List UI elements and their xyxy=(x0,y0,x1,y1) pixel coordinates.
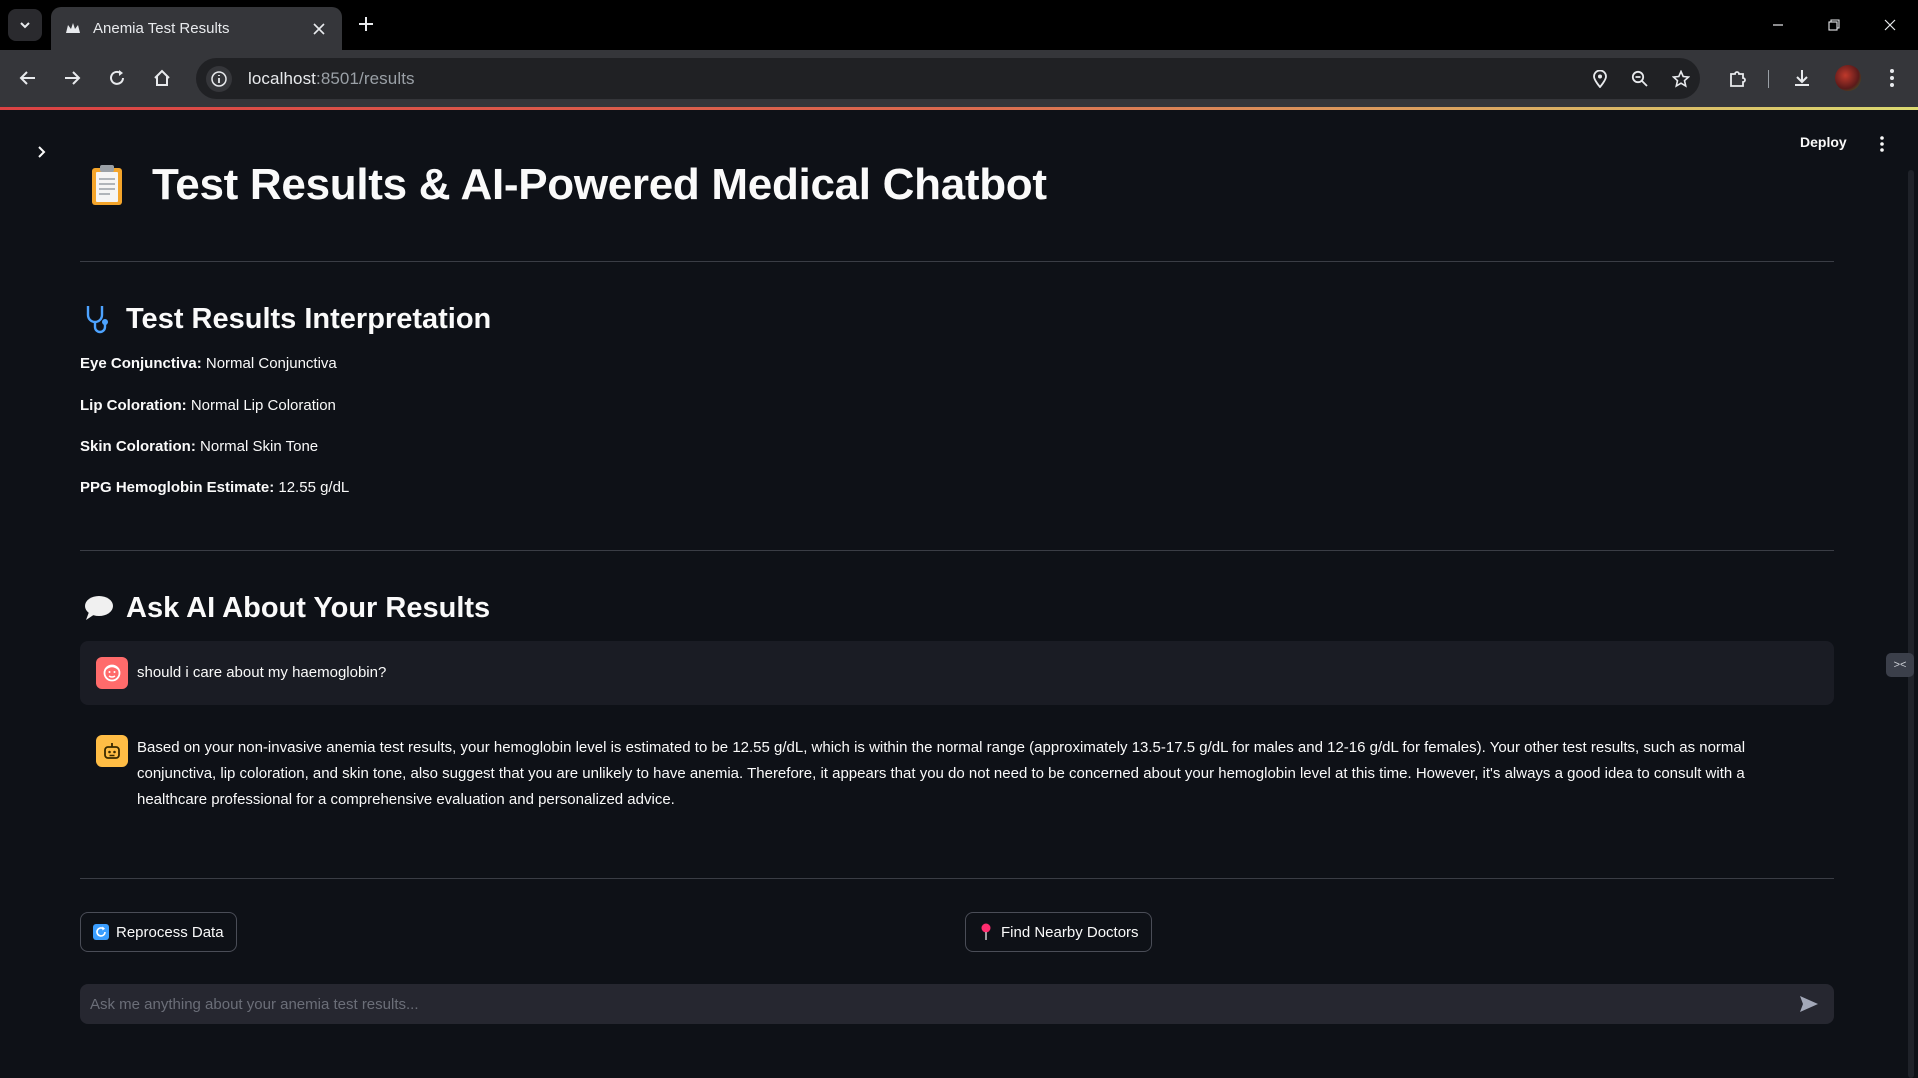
zoom-icon[interactable] xyxy=(1626,65,1654,93)
result-label: PPG Hemoglobin Estimate: xyxy=(80,479,275,496)
robot-avatar-icon xyxy=(96,735,128,767)
clipboard-icon xyxy=(92,165,122,205)
chat-message-user: should i care about my haemoglobin? xyxy=(80,641,1834,705)
close-icon xyxy=(1884,19,1896,31)
toolbar-separator xyxy=(1768,70,1769,88)
app-viewport: Deploy >< Test Results & AI-Powered Medi… xyxy=(0,110,1918,1078)
result-value: 12.55 g/dL xyxy=(278,479,350,496)
send-button[interactable] xyxy=(1794,989,1824,1019)
divider xyxy=(80,878,1834,879)
reprocess-data-button[interactable]: Reprocess Data xyxy=(80,912,237,952)
floating-widget-icon[interactable]: >< xyxy=(1886,653,1914,677)
extensions-button[interactable] xyxy=(1722,62,1754,94)
url-host: localhost xyxy=(248,68,316,88)
arrow-right-icon xyxy=(65,71,81,85)
restore-icon xyxy=(1828,19,1840,31)
divider xyxy=(80,550,1834,551)
result-label: Skin Coloration: xyxy=(80,438,196,455)
minimize-button[interactable] xyxy=(1750,0,1806,50)
chevron-right-icon xyxy=(38,146,46,158)
window-controls xyxy=(1750,0,1918,50)
kebab-menu-icon xyxy=(1890,69,1894,87)
home-button[interactable] xyxy=(146,62,178,94)
user-message-text: should i care about my haemoglobin? xyxy=(137,664,387,681)
speech-bubble-icon xyxy=(82,591,116,625)
result-label: Lip Coloration: xyxy=(80,397,187,414)
minimize-icon xyxy=(1773,24,1783,26)
result-label: Eye Conjunctiva: xyxy=(80,355,202,372)
home-icon xyxy=(154,69,170,86)
restore-button[interactable] xyxy=(1806,0,1862,50)
location-pin-icon[interactable] xyxy=(1586,65,1614,93)
browser-tab-strip: Anemia Test Results xyxy=(0,0,1918,50)
avatar-image xyxy=(1835,65,1861,91)
close-tab-icon[interactable] xyxy=(308,18,330,40)
tab-title: Anemia Test Results xyxy=(93,20,230,37)
plus-icon xyxy=(359,17,373,31)
result-eye-conjunctiva: Eye Conjunctiva: Normal Conjunctiva xyxy=(80,355,337,372)
result-ppg-hemoglobin: PPG Hemoglobin Estimate: 12.55 g/dL xyxy=(80,479,349,496)
user-avatar-icon xyxy=(96,657,128,689)
reload-icon xyxy=(110,70,124,85)
assistant-message-text: Based on your non-invasive anemia test r… xyxy=(137,739,1746,808)
puzzle-icon xyxy=(1730,71,1746,87)
find-nearby-doctors-label: Find Nearby Doctors xyxy=(1001,923,1139,941)
forward-button[interactable] xyxy=(56,62,88,94)
result-lip-coloration: Lip Coloration: Normal Lip Coloration xyxy=(80,397,336,414)
results-heading: Test Results Interpretation xyxy=(126,302,492,335)
download-icon xyxy=(1795,70,1809,86)
page-title: Test Results & AI-Powered Medical Chatbo… xyxy=(90,160,1047,210)
result-skin-coloration: Skin Coloration: Normal Skin Tone xyxy=(80,438,318,455)
sidebar-expand-button[interactable] xyxy=(30,140,54,164)
address-bar[interactable]: localhost:8501/results xyxy=(196,58,1700,99)
deploy-button[interactable]: Deploy xyxy=(1800,134,1847,150)
new-tab-button[interactable] xyxy=(354,12,378,36)
browser-tab-active[interactable]: Anemia Test Results xyxy=(51,7,342,50)
app-menu-button[interactable] xyxy=(1870,132,1894,156)
result-value: Normal Conjunctiva xyxy=(205,355,337,372)
browser-menu-button[interactable] xyxy=(1876,62,1908,94)
site-info-icon[interactable] xyxy=(206,65,232,92)
chat-message-assistant: Based on your non-invasive anemia test r… xyxy=(80,719,1834,839)
page-scrollbar[interactable] xyxy=(1908,170,1914,1078)
reload-button[interactable] xyxy=(101,62,133,94)
result-value: Normal Skin Tone xyxy=(200,438,319,455)
bookmark-star-icon[interactable] xyxy=(1667,65,1695,93)
map-pin-icon xyxy=(978,923,994,940)
tab-search-button[interactable] xyxy=(8,9,42,41)
result-value: Normal Lip Coloration xyxy=(190,397,336,414)
results-section-title: Test Results Interpretation xyxy=(82,302,491,336)
close-window-button[interactable] xyxy=(1862,0,1918,50)
refresh-icon xyxy=(93,924,109,940)
chat-heading: Ask AI About Your Results xyxy=(126,591,491,624)
divider xyxy=(80,261,1834,262)
stethoscope-icon xyxy=(82,302,116,336)
chevron-down-icon xyxy=(20,22,30,29)
reprocess-data-label: Reprocess Data xyxy=(116,923,224,941)
send-icon xyxy=(1800,996,1818,1012)
arrow-left-icon xyxy=(19,71,35,85)
find-nearby-doctors-button[interactable]: Find Nearby Doctors xyxy=(965,912,1152,952)
page-heading: Test Results & AI-Powered Medical Chatbo… xyxy=(152,160,1047,209)
chat-input-field[interactable] xyxy=(90,995,1794,1013)
streamlit-crown-icon xyxy=(65,21,81,37)
url-text: localhost:8501/results xyxy=(248,69,415,89)
url-path: :8501/results xyxy=(316,68,415,88)
back-button[interactable] xyxy=(12,62,44,94)
downloads-button[interactable] xyxy=(1786,62,1818,94)
chat-section-title: Ask AI About Your Results xyxy=(82,591,490,625)
kebab-menu-icon xyxy=(1880,136,1884,152)
profile-avatar[interactable] xyxy=(1832,62,1864,94)
browser-toolbar: localhost:8501/results xyxy=(0,50,1918,107)
chat-input-bar[interactable] xyxy=(80,984,1834,1024)
